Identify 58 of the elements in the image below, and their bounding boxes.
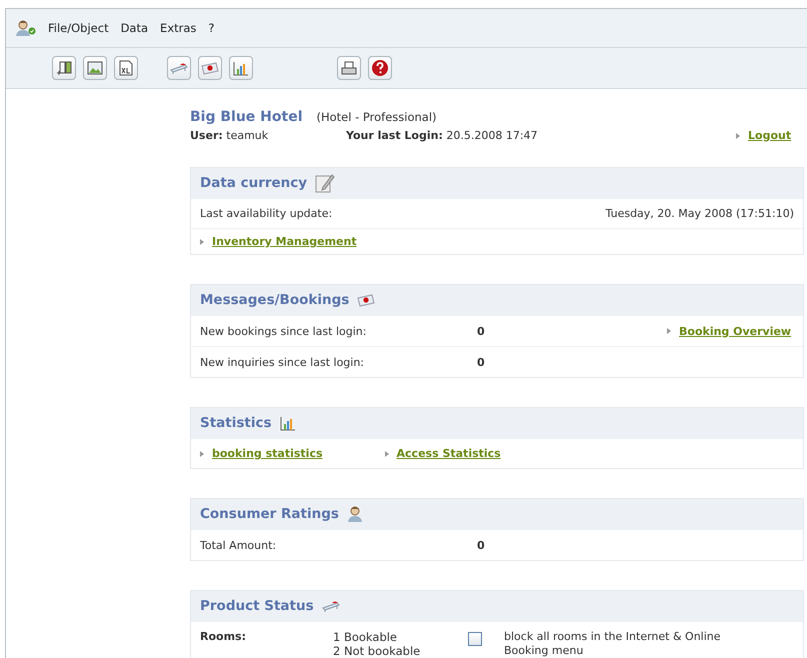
link[interactable]: booking statistics xyxy=(212,447,323,460)
columns-icon xyxy=(56,60,72,76)
mail-button[interactable] xyxy=(198,56,222,80)
bar-chart-icon xyxy=(280,416,296,430)
link[interactable]: Booking Overview xyxy=(679,324,792,338)
field-value: 0 xyxy=(477,324,486,338)
spreadsheet-button[interactable] xyxy=(114,56,138,80)
menu-item[interactable]: ? xyxy=(208,21,215,35)
triangle-icon xyxy=(200,238,204,244)
help-icon xyxy=(371,59,389,77)
print-button[interactable] xyxy=(337,56,361,80)
person-icon xyxy=(346,505,363,523)
checkbox[interactable] xyxy=(468,632,482,646)
field-value: Tuesday, 20. May 2008 (17:51:10) xyxy=(604,207,794,220)
field-value: 0 xyxy=(477,356,486,368)
section-title: Consumer Ratings xyxy=(200,506,339,522)
bed-icon xyxy=(322,600,340,612)
bed-icon xyxy=(170,62,188,74)
hotel-category: (Hotel - Professional) xyxy=(316,110,437,124)
user-info: User: teamuk xyxy=(190,129,270,142)
field-label: Last availability update: xyxy=(200,207,334,220)
envelope-icon xyxy=(201,62,219,74)
field-label: Rooms: xyxy=(200,630,247,643)
status-line: 2 Not bookable xyxy=(333,644,422,658)
triangle-icon xyxy=(667,328,671,334)
status-line: 1 Bookable xyxy=(333,630,398,644)
section-title: Product Status xyxy=(200,598,314,614)
field-label: Total Amount: xyxy=(200,538,278,552)
help-button[interactable] xyxy=(368,56,392,80)
image-icon xyxy=(87,61,103,75)
field-value: 0 xyxy=(477,538,486,552)
last-login-info: Your last Login: 20.5.2008 17:47 xyxy=(346,129,539,142)
menu-item[interactable]: File/Object xyxy=(48,21,109,35)
hotel-name: Big Blue Hotel xyxy=(190,109,302,125)
columns-button[interactable] xyxy=(52,56,76,80)
section-title: Statistics xyxy=(200,415,272,431)
bar-chart-icon xyxy=(233,60,249,76)
triangle-icon xyxy=(384,450,389,456)
field-label: New bookings since last login: xyxy=(200,324,368,338)
spreadsheet-icon xyxy=(119,60,133,76)
bed-button[interactable] xyxy=(167,56,191,80)
statistics-button[interactable] xyxy=(229,56,253,80)
field-label: New inquiries since last login: xyxy=(200,356,366,368)
logout-link[interactable]: Logout xyxy=(748,129,792,142)
triangle-icon xyxy=(200,450,204,456)
envelope-icon xyxy=(357,294,376,306)
notepad-pencil-icon xyxy=(315,173,336,193)
link[interactable]: Inventory Management xyxy=(212,235,357,248)
triangle-icon xyxy=(736,132,740,138)
section-title: Data currency xyxy=(200,175,308,191)
printer-icon xyxy=(341,61,357,75)
image-button[interactable] xyxy=(83,56,107,80)
link[interactable]: Access Statistics xyxy=(396,447,501,460)
section-title: Messages/Bookings xyxy=(200,292,350,308)
checkbox-label: block all rooms in the Internet & Online Booking menu xyxy=(504,630,722,658)
menu-item[interactable]: Data xyxy=(120,21,148,35)
menu-item[interactable]: Extras xyxy=(160,21,196,35)
user-icon xyxy=(16,20,36,36)
